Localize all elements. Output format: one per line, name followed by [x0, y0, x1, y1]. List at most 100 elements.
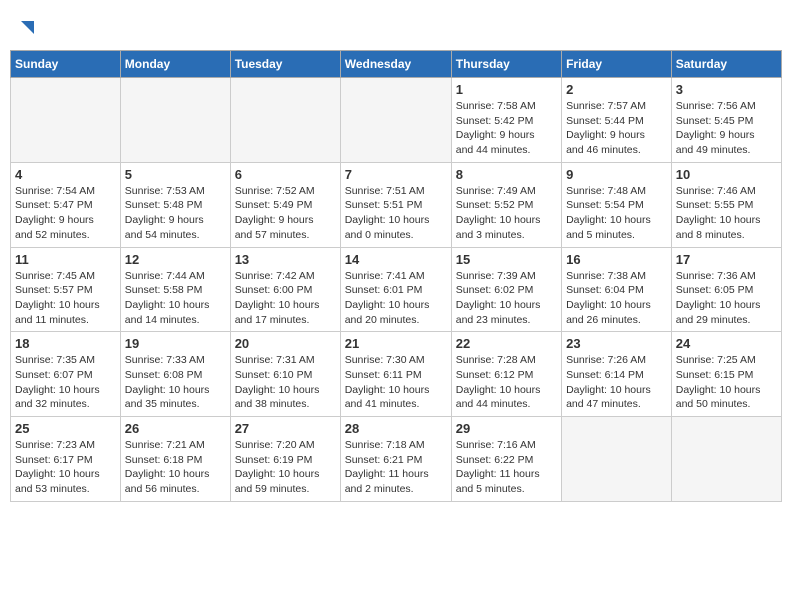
- calendar-cell: 25 Sunrise: 7:23 AMSunset: 6:17 PMDayligh…: [11, 417, 121, 502]
- calendar-cell: 15 Sunrise: 7:39 AMSunset: 6:02 PMDayligh…: [451, 247, 561, 332]
- day-number: 24: [676, 336, 777, 351]
- day-number: 5: [125, 167, 226, 182]
- day-number: 25: [15, 421, 116, 436]
- calendar-cell: 9 Sunrise: 7:48 AMSunset: 5:54 PMDaylight…: [562, 162, 672, 247]
- day-info: Sunrise: 7:35 AMSunset: 6:07 PMDaylight:…: [15, 353, 116, 412]
- calendar-header-monday: Monday: [120, 51, 230, 78]
- calendar-cell: 17 Sunrise: 7:36 AMSunset: 6:05 PMDayligh…: [671, 247, 781, 332]
- day-info: Sunrise: 7:52 AMSunset: 5:49 PMDaylight:…: [235, 184, 336, 243]
- calendar-cell: 14 Sunrise: 7:41 AMSunset: 6:01 PMDayligh…: [340, 247, 451, 332]
- day-number: 12: [125, 252, 226, 267]
- day-info: Sunrise: 7:48 AMSunset: 5:54 PMDaylight:…: [566, 184, 667, 243]
- calendar-cell: 24 Sunrise: 7:25 AMSunset: 6:15 PMDayligh…: [671, 332, 781, 417]
- day-info: Sunrise: 7:30 AMSunset: 6:11 PMDaylight:…: [345, 353, 447, 412]
- calendar-cell: 22 Sunrise: 7:28 AMSunset: 6:12 PMDayligh…: [451, 332, 561, 417]
- logo-triangle-icon: [16, 18, 34, 36]
- day-info: Sunrise: 7:54 AMSunset: 5:47 PMDaylight:…: [15, 184, 116, 243]
- day-number: 17: [676, 252, 777, 267]
- day-number: 10: [676, 167, 777, 182]
- day-info: Sunrise: 7:36 AMSunset: 6:05 PMDaylight:…: [676, 269, 777, 328]
- day-number: 7: [345, 167, 447, 182]
- calendar-week-row-2: 11 Sunrise: 7:45 AMSunset: 5:57 PMDayligh…: [11, 247, 782, 332]
- day-number: 16: [566, 252, 667, 267]
- calendar-cell: 11 Sunrise: 7:45 AMSunset: 5:57 PMDayligh…: [11, 247, 121, 332]
- calendar-week-row-3: 18Sunrise: 7:35 AMSunset: 6:07 PMDayligh…: [11, 332, 782, 417]
- calendar-cell: 12 Sunrise: 7:44 AMSunset: 5:58 PMDayligh…: [120, 247, 230, 332]
- calendar-cell: 27 Sunrise: 7:20 AMSunset: 6:19 PMDayligh…: [230, 417, 340, 502]
- day-info: Sunrise: 7:42 AMSunset: 6:00 PMDaylight:…: [235, 269, 336, 328]
- calendar-week-row-4: 25 Sunrise: 7:23 AMSunset: 6:17 PMDayligh…: [11, 417, 782, 502]
- day-number: 15: [456, 252, 557, 267]
- calendar-cell: [671, 417, 781, 502]
- calendar-header-row: SundayMondayTuesdayWednesdayThursdayFrid…: [11, 51, 782, 78]
- calendar-cell: 16 Sunrise: 7:38 AMSunset: 6:04 PMDayligh…: [562, 247, 672, 332]
- calendar-header-tuesday: Tuesday: [230, 51, 340, 78]
- calendar-header-thursday: Thursday: [451, 51, 561, 78]
- day-info: Sunrise: 7:51 AMSunset: 5:51 PMDaylight:…: [345, 184, 447, 243]
- calendar-cell: 4 Sunrise: 7:54 AMSunset: 5:47 PMDaylight…: [11, 162, 121, 247]
- day-number: 13: [235, 252, 336, 267]
- calendar-cell: [562, 417, 672, 502]
- day-info: Sunrise: 7:44 AMSunset: 5:58 PMDaylight:…: [125, 269, 226, 328]
- calendar-cell: [340, 78, 451, 163]
- calendar-cell: 1 Sunrise: 7:58 AMSunset: 5:42 PMDaylight…: [451, 78, 561, 163]
- day-info: Sunrise: 7:20 AMSunset: 6:19 PMDaylight:…: [235, 438, 336, 497]
- day-number: 14: [345, 252, 447, 267]
- day-number: 4: [15, 167, 116, 182]
- day-number: 20: [235, 336, 336, 351]
- day-info: Sunrise: 7:38 AMSunset: 6:04 PMDaylight:…: [566, 269, 667, 328]
- day-info: Sunrise: 7:39 AMSunset: 6:02 PMDaylight:…: [456, 269, 557, 328]
- calendar-cell: 3 Sunrise: 7:56 AMSunset: 5:45 PMDaylight…: [671, 78, 781, 163]
- day-number: 8: [456, 167, 557, 182]
- day-info: Sunrise: 7:58 AMSunset: 5:42 PMDaylight:…: [456, 99, 557, 158]
- calendar-cell: 28 Sunrise: 7:18 AMSunset: 6:21 PMDayligh…: [340, 417, 451, 502]
- day-number: 22: [456, 336, 557, 351]
- calendar-header-friday: Friday: [562, 51, 672, 78]
- calendar-week-row-1: 4 Sunrise: 7:54 AMSunset: 5:47 PMDaylight…: [11, 162, 782, 247]
- day-info: Sunrise: 7:25 AMSunset: 6:15 PMDaylight:…: [676, 353, 777, 412]
- calendar-week-row-0: 1 Sunrise: 7:58 AMSunset: 5:42 PMDaylight…: [11, 78, 782, 163]
- day-number: 27: [235, 421, 336, 436]
- calendar-cell: 19Sunrise: 7:33 AMSunset: 6:08 PMDayligh…: [120, 332, 230, 417]
- calendar-cell: 7 Sunrise: 7:51 AMSunset: 5:51 PMDaylight…: [340, 162, 451, 247]
- day-number: 9: [566, 167, 667, 182]
- calendar-cell: 20 Sunrise: 7:31 AMSunset: 6:10 PMDayligh…: [230, 332, 340, 417]
- calendar-cell: 13 Sunrise: 7:42 AMSunset: 6:00 PMDayligh…: [230, 247, 340, 332]
- logo: [14, 18, 34, 36]
- calendar-cell: 26Sunrise: 7:21 AMSunset: 6:18 PMDayligh…: [120, 417, 230, 502]
- day-info: Sunrise: 7:46 AMSunset: 5:55 PMDaylight:…: [676, 184, 777, 243]
- calendar-cell: 21Sunrise: 7:30 AMSunset: 6:11 PMDayligh…: [340, 332, 451, 417]
- day-number: 28: [345, 421, 447, 436]
- calendar-cell: [11, 78, 121, 163]
- calendar-cell: 6Sunrise: 7:52 AMSunset: 5:49 PMDaylight…: [230, 162, 340, 247]
- page-header: [10, 10, 782, 44]
- calendar-cell: [120, 78, 230, 163]
- calendar-cell: 18Sunrise: 7:35 AMSunset: 6:07 PMDayligh…: [11, 332, 121, 417]
- calendar-cell: 23Sunrise: 7:26 AMSunset: 6:14 PMDayligh…: [562, 332, 672, 417]
- day-number: 29: [456, 421, 557, 436]
- calendar-cell: 29 Sunrise: 7:16 AMSunset: 6:22 PMDayligh…: [451, 417, 561, 502]
- calendar-table: SundayMondayTuesdayWednesdayThursdayFrid…: [10, 50, 782, 502]
- day-info: Sunrise: 7:57 AMSunset: 5:44 PMDaylight:…: [566, 99, 667, 158]
- day-info: Sunrise: 7:56 AMSunset: 5:45 PMDaylight:…: [676, 99, 777, 158]
- day-info: Sunrise: 7:41 AMSunset: 6:01 PMDaylight:…: [345, 269, 447, 328]
- day-number: 2: [566, 82, 667, 97]
- calendar-header-saturday: Saturday: [671, 51, 781, 78]
- calendar-cell: 5 Sunrise: 7:53 AMSunset: 5:48 PMDaylight…: [120, 162, 230, 247]
- day-info: Sunrise: 7:31 AMSunset: 6:10 PMDaylight:…: [235, 353, 336, 412]
- day-info: Sunrise: 7:28 AMSunset: 6:12 PMDaylight:…: [456, 353, 557, 412]
- day-info: Sunrise: 7:49 AMSunset: 5:52 PMDaylight:…: [456, 184, 557, 243]
- calendar-cell: 2 Sunrise: 7:57 AMSunset: 5:44 PMDaylight…: [562, 78, 672, 163]
- day-number: 11: [15, 252, 116, 267]
- day-info: Sunrise: 7:16 AMSunset: 6:22 PMDaylight:…: [456, 438, 557, 497]
- day-info: Sunrise: 7:21 AMSunset: 6:18 PMDaylight:…: [125, 438, 226, 497]
- day-info: Sunrise: 7:45 AMSunset: 5:57 PMDaylight:…: [15, 269, 116, 328]
- day-info: Sunrise: 7:18 AMSunset: 6:21 PMDaylight:…: [345, 438, 447, 497]
- day-info: Sunrise: 7:53 AMSunset: 5:48 PMDaylight:…: [125, 184, 226, 243]
- day-number: 3: [676, 82, 777, 97]
- day-info: Sunrise: 7:33 AMSunset: 6:08 PMDaylight:…: [125, 353, 226, 412]
- day-info: Sunrise: 7:23 AMSunset: 6:17 PMDaylight:…: [15, 438, 116, 497]
- calendar-cell: 8 Sunrise: 7:49 AMSunset: 5:52 PMDaylight…: [451, 162, 561, 247]
- day-number: 23: [566, 336, 667, 351]
- day-number: 1: [456, 82, 557, 97]
